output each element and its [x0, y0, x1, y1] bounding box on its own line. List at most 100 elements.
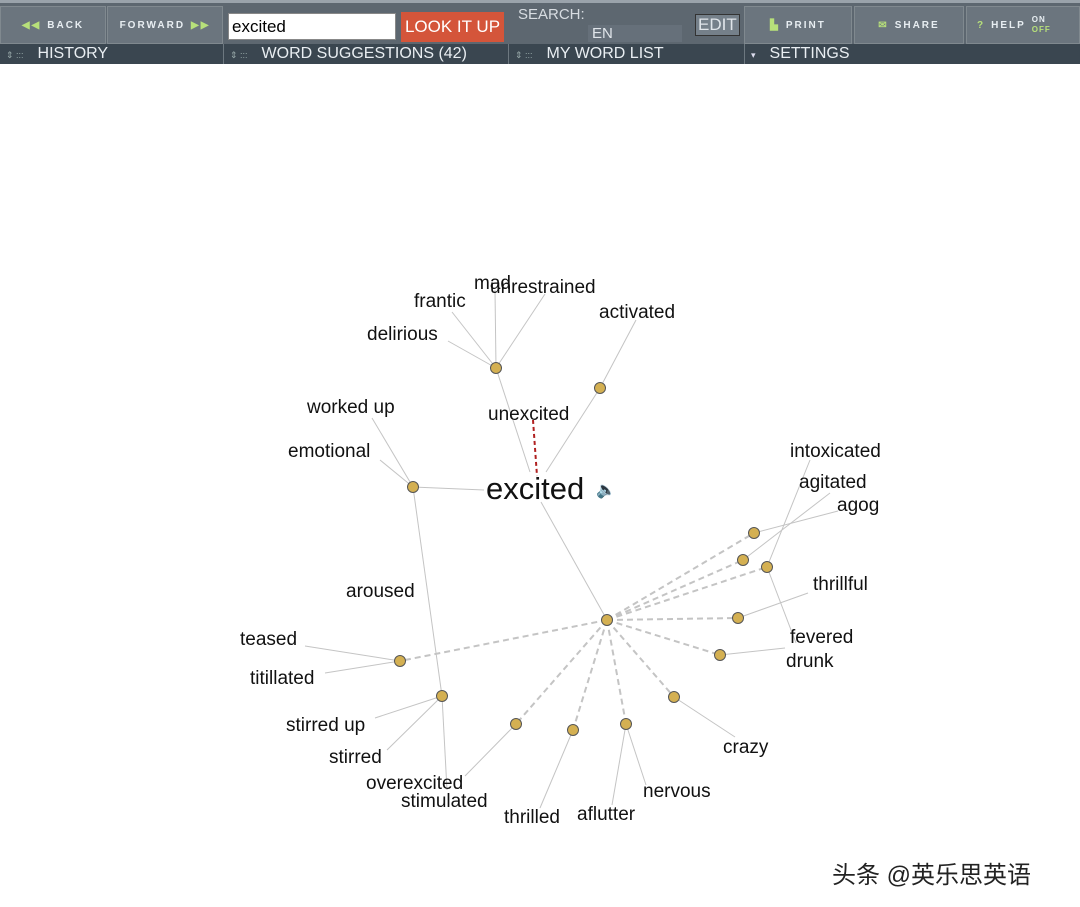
graph-edge: [374, 695, 443, 719]
graph-edge: [719, 647, 786, 656]
graph-edge: [606, 566, 768, 621]
graph-edge: [606, 619, 627, 725]
settings-panel-tab[interactable]: ▾ SETTINGS: [745, 44, 1080, 64]
search-label: SEARCH:: [518, 6, 585, 23]
graph-node[interactable]: [490, 362, 502, 374]
help-on-radio[interactable]: ON: [1032, 15, 1046, 24]
graph-node[interactable]: [436, 690, 448, 702]
word-label[interactable]: thrilled: [504, 807, 560, 828]
help-off-radio[interactable]: OFF: [1032, 25, 1051, 34]
graph-edge: [606, 559, 744, 621]
back-button[interactable]: ◀◀ BACK: [0, 6, 106, 44]
graph-node[interactable]: [407, 481, 419, 493]
forward-icon: ▶▶: [191, 19, 211, 31]
graph-edge: [495, 293, 546, 369]
graph-node[interactable]: [601, 614, 613, 626]
word-label[interactable]: stirred up: [286, 715, 365, 736]
graph-node[interactable]: [737, 554, 749, 566]
word-label[interactable]: aflutter: [577, 804, 636, 825]
word-label[interactable]: aroused: [346, 581, 415, 602]
graph-edge: [611, 723, 627, 806]
graph-node[interactable]: [620, 718, 632, 730]
graph-edge: [540, 501, 608, 621]
word-label[interactable]: agog: [837, 495, 879, 516]
graph-edge: [447, 340, 497, 369]
word-label[interactable]: delirious: [367, 324, 438, 345]
word-label[interactable]: nervous: [643, 781, 711, 802]
look-it-up-button[interactable]: LOOK IT UP: [401, 12, 504, 42]
suggestions-panel-tab[interactable]: ⇕ ::: WORD SUGGESTIONS (42): [224, 44, 509, 64]
graph-edge: [539, 729, 574, 809]
help-button[interactable]: ? HELP ON OFF: [966, 6, 1080, 44]
graph-node[interactable]: [714, 649, 726, 661]
word-label[interactable]: worked up: [306, 397, 395, 418]
word-label[interactable]: unrestrained: [490, 277, 596, 298]
graph-edge: [606, 617, 739, 621]
graph-edge: [606, 619, 721, 656]
envelope-icon: ✉: [878, 19, 889, 31]
word-label[interactable]: stimulated: [401, 791, 488, 812]
forward-button[interactable]: FORWARD ▶▶: [107, 6, 223, 44]
graph-edge: [606, 619, 675, 698]
center-word: excited: [486, 471, 584, 506]
language-select[interactable]: EN: [588, 25, 682, 42]
speaker-icon[interactable]: 🔈: [596, 482, 616, 499]
graph-edge: [412, 486, 443, 697]
graph-node[interactable]: [594, 382, 606, 394]
graph-node[interactable]: [394, 655, 406, 667]
graph-edge: [599, 319, 637, 389]
graph-edge: [464, 723, 517, 777]
printer-icon: ▙: [770, 19, 780, 31]
panel-bar: ⇕ ::: HISTORY ⇕ ::: WORD SUGGESTIONS (42) …: [0, 44, 1080, 64]
graph-edge: [304, 645, 401, 662]
antonym-edge: [532, 419, 538, 477]
word-label[interactable]: emotional: [288, 441, 370, 462]
watermark: 头条 @英乐思英语: [832, 862, 1032, 889]
word-label[interactable]: titillated: [250, 668, 314, 689]
graph-edge: [545, 387, 601, 473]
word-label[interactable]: drunk: [786, 651, 834, 672]
print-button[interactable]: ▙ PRINT: [744, 6, 852, 44]
word-label[interactable]: agitated: [799, 472, 867, 493]
graph-edge: [673, 696, 736, 738]
word-label[interactable]: activated: [599, 302, 675, 323]
graph-node[interactable]: [510, 718, 522, 730]
toolbar: ◀◀BACK FORWARD▶▶ LOOK IT UP SEARCH: EN E…: [0, 0, 1080, 44]
graph-edge: [742, 492, 831, 561]
word-label[interactable]: crazy: [723, 737, 769, 758]
graph-edge: [625, 723, 647, 786]
graph-edge: [572, 619, 608, 731]
graph-edge: [386, 695, 443, 751]
help-icon: ?: [977, 19, 986, 31]
back-icon: ◀◀: [21, 19, 42, 31]
antonym-label[interactable]: unexcited: [488, 404, 569, 425]
word-label[interactable]: frantic: [414, 291, 466, 312]
graph-node[interactable]: [748, 527, 760, 539]
graph-edge: [606, 532, 755, 621]
share-button[interactable]: ✉ SHARE: [854, 6, 964, 44]
word-label[interactable]: fevered: [790, 627, 853, 648]
graph-edge: [412, 486, 485, 491]
word-list-panel-tab[interactable]: ⇕ ::: MY WORD LIST: [509, 44, 745, 64]
word-label[interactable]: intoxicated: [790, 441, 881, 462]
graph-edge: [399, 619, 608, 662]
word-label[interactable]: teased: [240, 629, 297, 650]
graph-edge: [753, 510, 839, 534]
graph-node[interactable]: [567, 724, 579, 736]
graph-edge: [451, 311, 497, 369]
word-label[interactable]: thrillful: [813, 574, 868, 595]
word-label[interactable]: stirred: [329, 747, 382, 768]
graph-node[interactable]: [761, 561, 773, 573]
search-input[interactable]: [228, 13, 396, 40]
graph-node[interactable]: [668, 691, 680, 703]
graph-edge: [371, 417, 414, 488]
word-graph: madunrestrainedfranticdeliriousactivated…: [240, 273, 881, 828]
graph-edge: [324, 660, 401, 674]
graph-edge: [737, 592, 809, 619]
graph-edge: [379, 459, 414, 488]
graph-edge: [494, 289, 497, 369]
history-panel-tab[interactable]: ⇕ ::: HISTORY: [0, 44, 224, 64]
graph-edge: [515, 619, 608, 725]
graph-node[interactable]: [732, 612, 744, 624]
edit-button[interactable]: EDIT: [695, 14, 740, 36]
